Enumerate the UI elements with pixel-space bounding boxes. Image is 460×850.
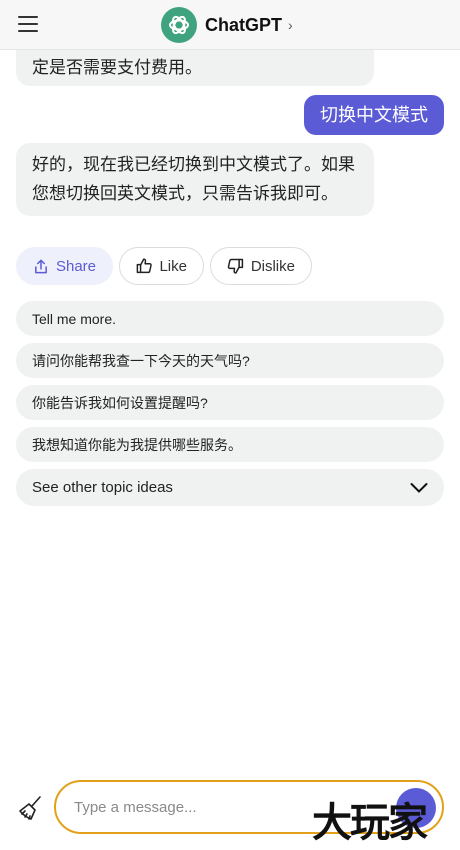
- suggestion-chip[interactable]: Tell me more.: [16, 301, 444, 336]
- thumbs-up-icon: [136, 258, 152, 274]
- share-icon: [35, 259, 47, 273]
- suggestion-text: 你能告诉我如何设置提醒吗?: [32, 394, 208, 411]
- share-button[interactable]: Share: [16, 247, 113, 285]
- chevron-right-icon: ›: [288, 17, 293, 33]
- top-bar: ChatGPT ›: [0, 0, 460, 50]
- suggestion-chip[interactable]: 请问你能帮我查一下今天的天气吗?: [16, 343, 444, 378]
- hamburger-menu-icon[interactable]: [18, 16, 38, 32]
- suggestion-chip[interactable]: 我想知道你能为我提供哪些服务。: [16, 427, 444, 462]
- suggestion-text: 我想知道你能为我提供哪些服务。: [32, 436, 242, 453]
- message-text: 定是否需要支付费用。: [32, 58, 202, 77]
- dislike-button[interactable]: Dislike: [210, 247, 312, 285]
- watermark-text: 大玩家: [312, 800, 428, 846]
- message-text: 好的，现在我已经切换到中文模式了。如果您想切换回英文模式，只需告诉我即可。: [32, 155, 355, 203]
- app-title: ChatGPT: [205, 14, 283, 35]
- model-selector[interactable]: ChatGPT ›: [161, 7, 293, 43]
- topics-label: See other topic ideas: [32, 479, 173, 496]
- message-text: 切换中文模式: [320, 104, 428, 125]
- broom-icon[interactable]: [18, 795, 44, 823]
- share-label: Share: [55, 257, 96, 275]
- see-other-topics-toggle[interactable]: See other topic ideas: [16, 469, 444, 506]
- user-message: 切换中文模式: [304, 95, 444, 135]
- like-label: Like: [159, 257, 187, 275]
- message-actions: Share Like Dislike: [16, 247, 312, 285]
- suggestion-text: Tell me more.: [32, 310, 117, 327]
- openai-logo-icon: [161, 7, 197, 43]
- like-button[interactable]: Like: [119, 247, 204, 285]
- chevron-down-icon: [410, 482, 428, 493]
- assistant-message-previous: 定是否需要支付费用。: [16, 50, 374, 86]
- assistant-message: 好的，现在我已经切换到中文模式了。如果您想切换回英文模式，只需告诉我即可。: [16, 143, 374, 216]
- dislike-label: Dislike: [250, 257, 295, 275]
- suggestion-text: 请问你能帮我查一下今天的天气吗?: [32, 352, 250, 369]
- suggestion-chip[interactable]: 你能告诉我如何设置提醒吗?: [16, 385, 444, 420]
- thumbs-down-icon: [227, 258, 244, 274]
